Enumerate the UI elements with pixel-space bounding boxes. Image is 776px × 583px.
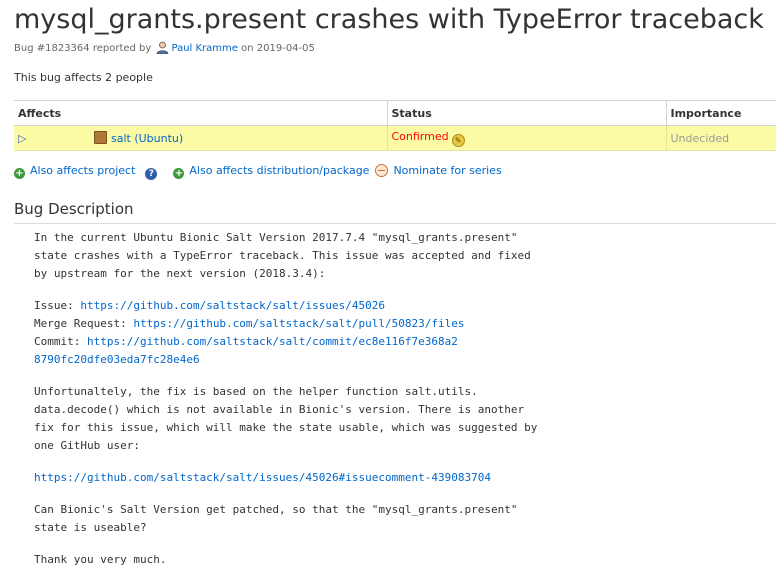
bug-title: mysql_grants.present crashes with TypeEr…: [14, 4, 764, 35]
help-icon[interactable]: ?: [145, 168, 158, 180]
reported-date: on 2019-04-05: [241, 43, 315, 54]
affects-count: This bug affects 2 people: [14, 71, 153, 84]
description-paragraph: Unfortunaltely, the fix is based on the …: [34, 385, 538, 452]
description-heading: Bug Description: [14, 200, 134, 218]
commit-label: Commit:: [34, 335, 87, 348]
header-affects: Affects: [14, 100, 387, 126]
affects-header-row: Affects Status Importance: [14, 100, 776, 126]
bug-number-text: Bug #1823364 reported by: [14, 43, 152, 54]
also-affects-distribution-link[interactable]: Also affects distribution/package: [189, 164, 369, 177]
package-icon: [94, 131, 107, 144]
importance-value: Undecided: [670, 131, 730, 145]
table-row: ▷ salt (Ubuntu) Confirmed ✎ Undecided: [14, 125, 776, 151]
bug-registering: Bug #1823364 reported by Paul Kramme on …: [14, 41, 315, 56]
nominate-icon: [375, 164, 389, 177]
nominate-series-link[interactable]: Nominate for series: [393, 164, 501, 177]
affects-cell: ▷ salt (Ubuntu): [14, 125, 387, 151]
add-icon: +: [14, 168, 25, 179]
header-importance: Importance: [665, 100, 776, 126]
affects-table: Affects Status Importance ▷ salt (Ubuntu)…: [14, 100, 776, 151]
description-paragraph: Thank you very much.: [34, 553, 167, 566]
expand-triangle-icon[interactable]: ▷: [18, 132, 32, 145]
merge-request-link[interactable]: https://github.com/saltstack/salt/pull/5…: [133, 317, 464, 330]
description-paragraph: Can Bionic's Salt Version get patched, s…: [34, 503, 518, 534]
description-paragraph: In the current Ubuntu Bionic Salt Versio…: [34, 231, 531, 280]
status-value[interactable]: Confirmed: [392, 130, 449, 143]
issue-comment-link[interactable]: https://github.com/saltstack/salt/issues…: [34, 471, 491, 484]
commit-link[interactable]: https://github.com/saltstack/salt/commit…: [34, 335, 458, 366]
bug-description: In the current Ubuntu Bionic Salt Versio…: [34, 229, 769, 583]
description-link-paragraph: https://github.com/saltstack/salt/issues…: [34, 469, 769, 487]
merge-label: Merge Request:: [34, 317, 134, 330]
issue-link[interactable]: https://github.com/saltstack/salt/issues…: [80, 299, 385, 312]
importance-cell: Undecided: [665, 125, 776, 151]
description-links: Issue: https://github.com/saltstack/salt…: [34, 297, 769, 369]
target-link[interactable]: salt (Ubuntu): [111, 132, 183, 145]
person-icon: [156, 41, 168, 54]
reporter-link[interactable]: Paul Kramme: [172, 43, 238, 54]
edit-icon[interactable]: ✎: [451, 133, 465, 147]
also-affects-project-link[interactable]: Also affects project: [30, 164, 135, 177]
add-icon: +: [173, 168, 185, 179]
issue-label: Issue:: [34, 299, 81, 312]
status-cell: Confirmed ✎: [386, 125, 666, 151]
header-status: Status: [386, 100, 666, 126]
affects-actions: + Also affects project? + Also affects dist…: [14, 164, 508, 180]
divider: [14, 223, 776, 224]
